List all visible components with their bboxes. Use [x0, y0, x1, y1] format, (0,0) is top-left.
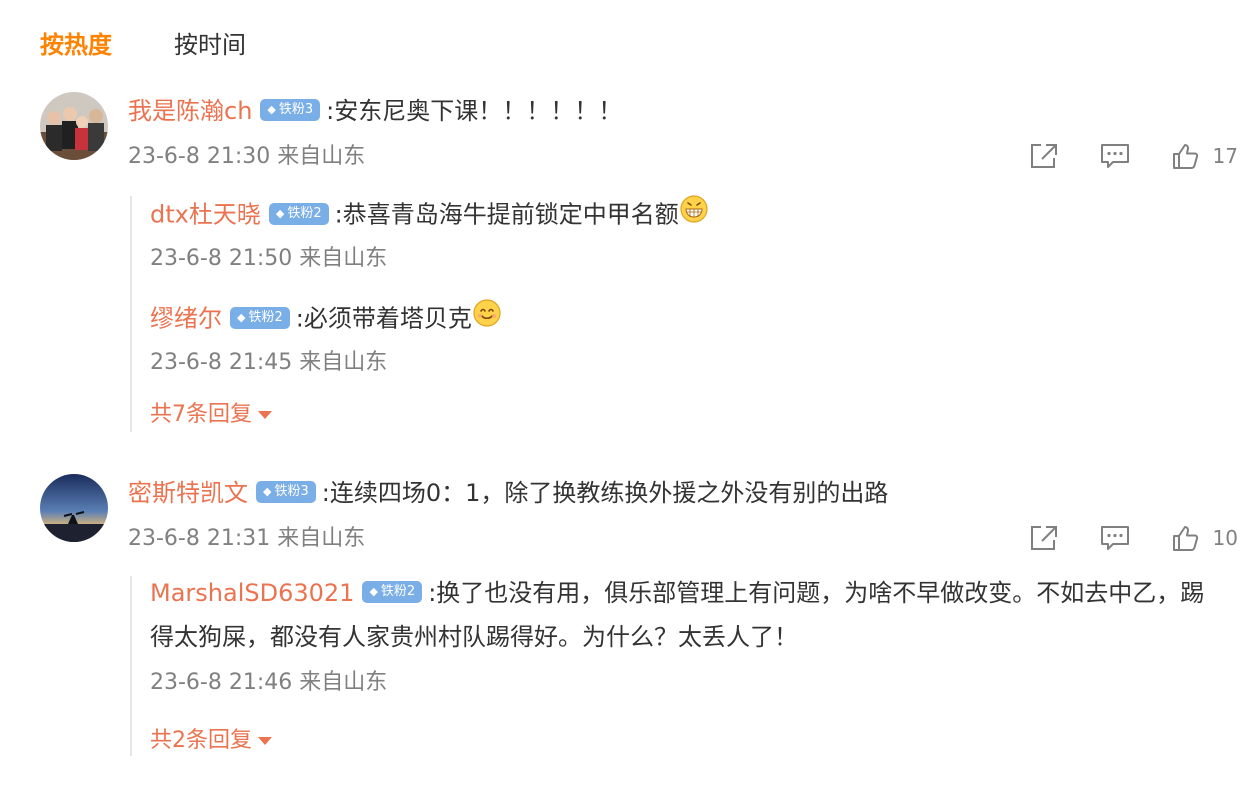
like-button[interactable]: 10 — [1171, 524, 1238, 552]
like-icon — [1171, 524, 1199, 552]
tab-time[interactable]: 按时间 — [174, 25, 246, 60]
avatar[interactable] — [40, 92, 108, 160]
reply-username[interactable]: MarshalSD63021 — [150, 579, 354, 607]
comment-icon — [1099, 142, 1131, 170]
like-count: 10 — [1212, 526, 1238, 550]
like-button[interactable]: 17 — [1171, 142, 1238, 170]
share-button[interactable] — [1029, 142, 1059, 170]
comment-meta: 23-6-8 21:30 来自山东 — [128, 144, 366, 169]
fan-badge-label: 铁粉3 — [274, 484, 309, 499]
more-replies-label: 共7条回复 — [150, 402, 252, 427]
more-replies-label: 共2条回复 — [150, 728, 252, 753]
caret-down-icon — [258, 411, 272, 419]
reply-list: dtx杜天晓 ◆ 铁粉2:恭喜青岛海牛提前锁定中甲名额 23-6-8 21:50 来… — [130, 194, 1162, 432]
comment-actions: 10 — [989, 524, 1238, 552]
comment-actions: 17 — [989, 142, 1238, 170]
diamond-icon: ◆ — [237, 310, 246, 324]
share-icon — [1029, 524, 1059, 552]
fan-badge[interactable]: ◆ 铁粉2 — [230, 306, 290, 329]
diamond-icon: ◆ — [267, 103, 276, 116]
fan-badge[interactable]: ◆ 铁粉2 — [362, 581, 423, 603]
comment-username[interactable]: 我是陈瀚ch — [128, 97, 252, 125]
diamond-icon: ◆ — [263, 485, 272, 498]
smile-emoji — [472, 298, 502, 337]
fan-badge-label: 铁粉2 — [248, 309, 283, 325]
more-replies-link[interactable]: 共7条回复 — [150, 400, 272, 430]
fan-badge-label: 铁粉2 — [380, 584, 416, 599]
reply-text: :必须带着塔贝克 — [295, 304, 472, 333]
reply-text: :恭喜青岛海牛提前锁定中甲名额 — [334, 200, 679, 229]
fan-badge[interactable]: ◆ 铁粉3 — [260, 99, 321, 121]
avatar[interactable] — [40, 474, 108, 542]
reply-button[interactable] — [1099, 142, 1131, 170]
fan-badge[interactable]: ◆ 铁粉3 — [256, 481, 316, 503]
reply-meta: 23-6-8 21:45 来自山东 — [150, 350, 388, 375]
grin-emoji — [679, 194, 709, 233]
reply-username[interactable]: dtx杜天晓 — [150, 201, 261, 229]
share-button[interactable] — [1029, 524, 1059, 552]
comment-icon — [1099, 524, 1131, 552]
sort-tabs: 按热度 按时间 — [40, 22, 308, 62]
reply-meta: 23-6-8 21:50 来自山东 — [150, 246, 388, 271]
reply-button[interactable] — [1099, 524, 1131, 552]
comment-meta: 23-6-8 21:31 来自山东 — [128, 526, 366, 551]
reply-username[interactable]: 缪绪尔 — [150, 305, 222, 333]
more-replies-link[interactable]: 共2条回复 — [150, 726, 272, 756]
comment-username[interactable]: 密斯特凯文 — [128, 479, 248, 507]
reply-meta: 23-6-8 21:46 来自山东 — [150, 670, 388, 695]
fan-badge-label: 铁粉2 — [287, 205, 322, 221]
caret-down-icon — [258, 737, 272, 745]
diamond-icon: ◆ — [369, 585, 378, 598]
comment-text: :连续四场0：1，除了换教练换外援之外没有别的出路 — [321, 479, 889, 507]
share-icon — [1029, 142, 1059, 170]
reply-list: MarshalSD63021 ◆ 铁粉2:换了也没有用，俱乐部管理上有问题，为啥不早… — [130, 576, 1232, 756]
like-count: 17 — [1212, 144, 1238, 168]
like-icon — [1171, 142, 1199, 170]
fan-badge-label: 铁粉3 — [278, 102, 314, 117]
diamond-icon: ◆ — [275, 206, 285, 220]
tab-hot[interactable]: 按热度 — [40, 25, 112, 60]
fan-badge[interactable]: ◆ 铁粉2 — [268, 202, 329, 225]
comment-text: :安东尼奥下课！！！！！！ — [326, 97, 623, 125]
